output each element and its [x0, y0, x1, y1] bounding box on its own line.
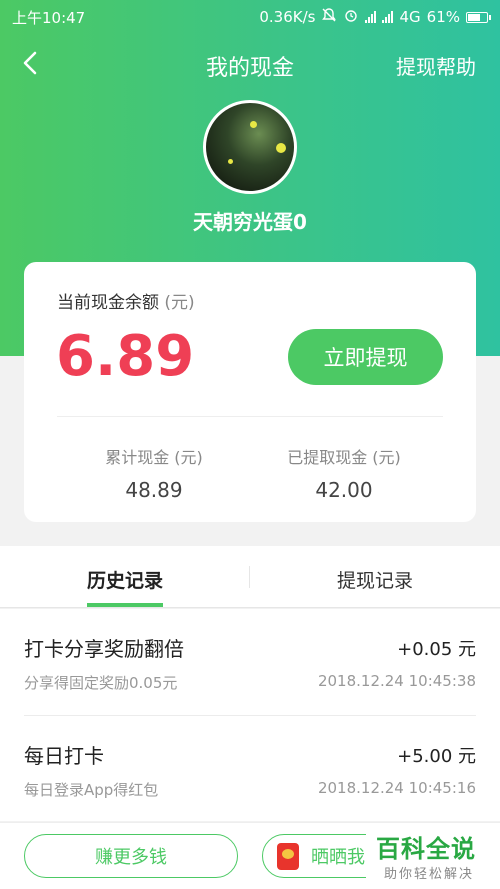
record-time: 2018.12.24 10:45:16 [317, 779, 476, 797]
withdrawn-cash-stat: 已提取现金 (元) 42.00 [244, 444, 444, 502]
record-title: 打卡分享奖励翻倍 [24, 637, 184, 661]
record-desc: 每日登录App得红包 [24, 781, 159, 799]
status-bar: 上午10:47 0.36K/s 4G 61% [0, 0, 500, 34]
withdraw-help-link[interactable]: 提现帮助 [396, 51, 476, 80]
record-amount: +0.05 元 [397, 639, 476, 660]
record-amount: +5.00 元 [397, 746, 476, 767]
active-tab-indicator [87, 603, 163, 607]
divider [57, 416, 443, 417]
mute-icon [321, 7, 337, 27]
balance-amount: 6.89 [56, 324, 195, 389]
tab-withdraw-records[interactable]: 提现记录 [250, 566, 500, 593]
avatar-detail [276, 143, 286, 153]
balance-label-text: 当前现金余额 [57, 293, 159, 313]
battery-percent: 61% [426, 8, 460, 26]
watermark-logo: 百科全说 助你轻松解决 [366, 827, 500, 889]
total-cash-stat: 累计现金 (元) 48.89 [54, 444, 254, 502]
record-desc: 分享得固定奖励0.05元 [24, 674, 178, 692]
total-cash-value: 48.89 [125, 478, 183, 502]
withdrawn-cash-label: 已提取现金 (元) [287, 448, 401, 467]
earn-more-button[interactable]: 赚更多钱 [24, 834, 238, 878]
battery-icon [466, 11, 491, 23]
withdraw-button[interactable]: 立即提现 [288, 329, 443, 385]
tab-history[interactable]: 历史记录 [0, 566, 250, 593]
record-list: 打卡分享奖励翻倍 +0.05 元 分享得固定奖励0.05元 2018.12.24… [0, 609, 500, 821]
avatar[interactable] [203, 100, 297, 194]
record-time: 2018.12.24 10:45:38 [317, 672, 476, 690]
list-item[interactable]: 每日打卡 +5.00 元 每日登录App得红包 2018.12.24 10:45… [24, 715, 476, 821]
share-button-label: 晒晒我 [311, 847, 365, 868]
list-item[interactable]: 打卡分享奖励翻倍 +0.05 元 分享得固定奖励0.05元 2018.12.24… [24, 609, 476, 715]
balance-label: 当前现金余额 (元) [57, 288, 195, 313]
avatar-detail [228, 159, 233, 164]
watermark-subtitle: 助你轻松解决 [384, 867, 475, 882]
watermark-title: 百科全说 [376, 835, 476, 863]
total-cash-label: 累计现金 (元) [105, 448, 203, 467]
red-packet-icon [277, 843, 299, 870]
balance-unit: (元) [164, 293, 195, 313]
username: 天朝穷光蛋0 [193, 210, 307, 234]
alarm-icon [343, 7, 359, 27]
nav-bar: 我的现金 提现帮助 [0, 40, 500, 86]
balance-card: 当前现金余额 (元) 6.89 立即提现 累计现金 (元) 48.89 已提取现… [24, 262, 476, 522]
status-time: 上午10:47 [12, 8, 86, 27]
network-type: 4G [399, 8, 421, 26]
signal-icon [365, 11, 377, 23]
record-title: 每日打卡 [24, 744, 104, 768]
avatar-detail [250, 121, 257, 128]
signal-icon-2 [382, 11, 394, 23]
withdrawn-cash-value: 42.00 [315, 478, 373, 502]
record-tabs: 历史记录 提现记录 [0, 546, 500, 608]
network-speed: 0.36K/s [259, 8, 316, 26]
status-right: 0.36K/s 4G 61% [259, 7, 491, 27]
